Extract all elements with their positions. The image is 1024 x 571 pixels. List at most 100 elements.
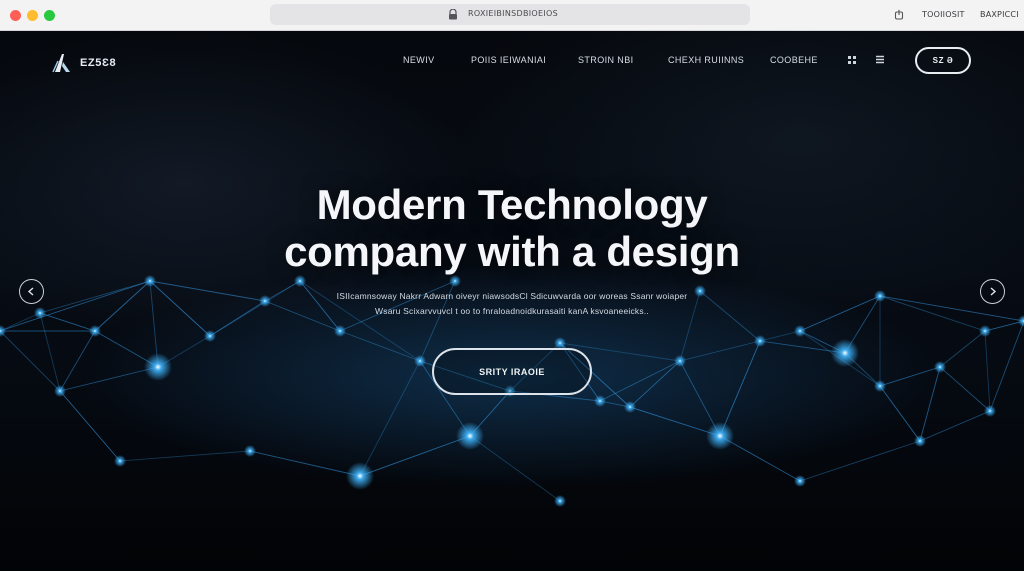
minimize-window-button[interactable]	[27, 10, 38, 21]
network-node	[244, 445, 256, 457]
carousel-next-button[interactable]	[980, 279, 1005, 304]
network-line	[599, 360, 681, 402]
hero-subtitle: ISIIcamnsoway Nakrr Adwarn oiveyr niawso…	[312, 289, 712, 319]
logo-text: EZ5Ɛ8	[80, 57, 117, 69]
network-line	[799, 440, 921, 482]
network-line	[719, 340, 761, 437]
browser-link-2[interactable]: BAXPICCI	[980, 10, 1019, 19]
lock-icon	[449, 9, 457, 20]
network-node	[831, 339, 859, 367]
network-node	[794, 325, 806, 337]
network-node	[874, 290, 886, 302]
network-node	[914, 435, 926, 447]
nav-item-2[interactable]: POIIS IEIWANIAI	[471, 55, 546, 65]
network-node	[144, 353, 172, 381]
network-line	[939, 366, 991, 412]
network-line	[359, 360, 421, 477]
network-node	[334, 325, 346, 337]
network-node	[89, 325, 101, 337]
nav-item-3[interactable]: STROIN NBI	[578, 55, 634, 65]
network-node	[594, 395, 606, 407]
hero-title-line-2: company with a design	[284, 228, 740, 275]
network-line	[149, 280, 266, 302]
network-line	[39, 280, 151, 314]
network-node	[414, 355, 426, 367]
network-node	[624, 401, 636, 413]
menu-icon[interactable]	[875, 54, 885, 65]
network-line	[679, 340, 761, 362]
network-node	[979, 325, 991, 337]
network-line	[469, 435, 561, 502]
network-line	[984, 330, 991, 412]
network-node	[456, 422, 484, 450]
carousel-prev-button[interactable]	[19, 279, 44, 304]
network-node	[984, 405, 996, 417]
network-line	[879, 295, 986, 332]
network-line	[264, 280, 301, 302]
network-node	[114, 455, 126, 467]
network-node	[259, 295, 271, 307]
logo-mark-icon	[52, 54, 70, 73]
network-line	[119, 450, 251, 462]
network-line	[339, 330, 421, 362]
network-line	[59, 330, 96, 392]
network-line	[939, 330, 986, 368]
network-node	[934, 361, 946, 373]
network-line	[629, 360, 681, 408]
network-line	[879, 366, 941, 387]
network-node	[34, 307, 46, 319]
network-line	[209, 280, 301, 337]
network-line	[759, 330, 801, 342]
network-node	[449, 275, 461, 287]
network-line	[59, 366, 159, 392]
network-line	[249, 450, 361, 477]
nav-item-5[interactable]: COOBEHE	[770, 55, 818, 65]
site-logo[interactable]: EZ5Ɛ8	[52, 52, 116, 74]
network-line	[989, 320, 1024, 412]
hero-cta-button[interactable]: SRITY IRAOIE	[432, 348, 592, 395]
network-line	[799, 295, 881, 332]
network-line	[149, 280, 211, 337]
network-line	[359, 435, 471, 477]
network-line	[59, 390, 121, 462]
browser-link-1[interactable]: TOOIIOSIT	[922, 10, 965, 19]
hero-subtitle-line-2: Wsaru Scixarvvuvcl t oo to fnraloadnoidk…	[375, 306, 649, 316]
network-line	[39, 312, 96, 332]
hero-title-line-1: Modern Technology	[316, 181, 708, 228]
network-node	[874, 380, 886, 392]
maximize-window-button[interactable]	[44, 10, 55, 21]
browser-toolbar: ROXIEIBINSDBIOEIOS TOOIIOSIT BAXPICCI	[0, 0, 1024, 31]
close-window-button[interactable]	[10, 10, 21, 21]
url-text: ROXIEIBINSDBIOEIOS	[468, 9, 559, 18]
network-line	[94, 280, 151, 332]
network-line	[919, 366, 941, 442]
network-node	[346, 462, 374, 490]
network-node	[1018, 315, 1024, 327]
network-line	[919, 410, 991, 442]
network-line	[0, 312, 41, 332]
network-line	[0, 330, 61, 392]
nav-item-4[interactable]: CHEXH RUIINNS	[668, 55, 744, 65]
network-node	[144, 275, 156, 287]
header-cta-button[interactable]: SZ Ə	[915, 47, 971, 74]
network-node	[0, 325, 6, 337]
network-node	[754, 335, 766, 347]
share-icon[interactable]	[894, 9, 904, 20]
network-node	[794, 475, 806, 487]
address-bar[interactable]: ROXIEIBINSDBIOEIOS	[270, 4, 750, 25]
network-node	[294, 275, 306, 287]
hero-title: Modern Technology company with a design	[0, 181, 1024, 275]
hero-page: EZ5Ɛ8 NEWIV POIIS IEIWANIAI STROIN NBI C…	[0, 31, 1024, 571]
nav-item-1[interactable]: NEWIV	[403, 55, 435, 65]
arrow-right-icon	[990, 287, 997, 296]
network-node	[54, 385, 66, 397]
network-line	[984, 320, 1024, 332]
arrow-left-icon	[27, 287, 34, 296]
network-line	[39, 312, 61, 392]
network-node	[706, 422, 734, 450]
grid-icon[interactable]	[847, 54, 857, 65]
network-line	[879, 385, 921, 442]
network-node	[674, 355, 686, 367]
network-node	[204, 330, 216, 342]
hero-subtitle-line-1: ISIIcamnsoway Nakrr Adwarn oiveyr niawso…	[336, 291, 688, 301]
